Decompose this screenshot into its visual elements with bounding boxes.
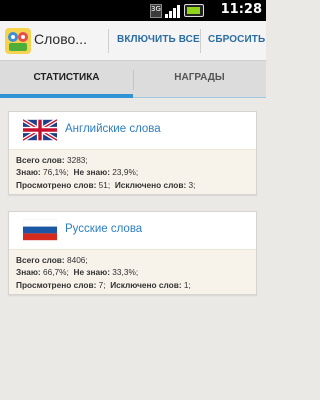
clock: 11:28 bbox=[220, 2, 262, 17]
status-bar: 3G 11:28 bbox=[0, 0, 266, 21]
card-stats: Всего слов: 8406; Знаю: 66,7%; Не знаю: … bbox=[9, 249, 256, 295]
card-stats: Всего слов: 3283; Знаю: 76,1%; Не знаю: … bbox=[9, 149, 256, 195]
russia-flag-icon bbox=[23, 219, 57, 241]
tab-awards[interactable]: НАГРАДЫ bbox=[133, 61, 266, 98]
action-bar: Слово... ВКЛЮЧИТЬ ВСЕ СБРОСИТЬ bbox=[0, 21, 266, 61]
include-all-button[interactable]: ВКЛЮЧИТЬ ВСЕ bbox=[117, 34, 200, 45]
battery-icon bbox=[184, 4, 204, 17]
language-card-english[interactable]: Английские слова Всего слов: 3283; Знаю:… bbox=[8, 111, 257, 196]
app-logo-icon[interactable] bbox=[5, 28, 31, 54]
app-title: Слово... bbox=[34, 31, 87, 47]
reset-button[interactable]: СБРОСИТЬ bbox=[208, 34, 265, 45]
card-title: Английские слова bbox=[65, 123, 161, 135]
card-title: Русские слова bbox=[65, 223, 143, 235]
active-tab-indicator bbox=[0, 94, 133, 98]
network-3g-icon: 3G bbox=[150, 3, 162, 18]
tab-statistics[interactable]: СТАТИСТИКА bbox=[0, 61, 133, 98]
tab-bar: СТАТИСТИКА НАГРАДЫ bbox=[0, 61, 266, 98]
signal-icon bbox=[165, 4, 181, 18]
language-card-russian[interactable]: Русские слова Всего слов: 8406; Знаю: 66… bbox=[8, 211, 257, 296]
uk-flag-icon bbox=[23, 119, 57, 141]
